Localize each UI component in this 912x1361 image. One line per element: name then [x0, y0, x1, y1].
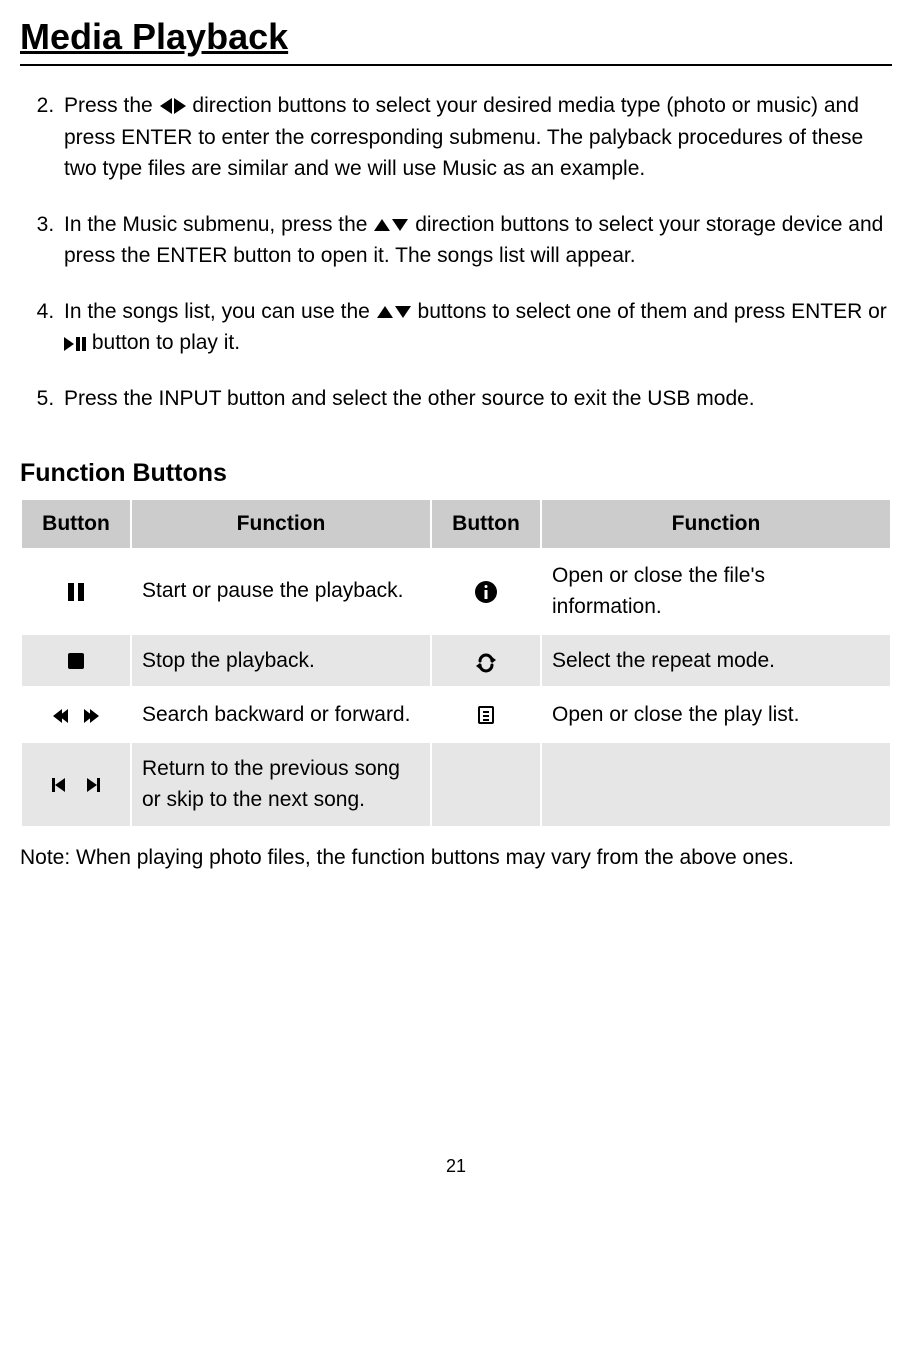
page-title: Media Playback [20, 10, 892, 66]
step-4: In the songs list, you can use the butto… [60, 296, 892, 360]
step-3: In the Music submenu, press the directio… [60, 209, 892, 272]
function-cell: Stop the playback. [131, 634, 431, 688]
arrow-up-icon [377, 306, 393, 318]
note-text: Note: When playing photo files, the func… [20, 842, 892, 874]
header-button-1: Button [21, 499, 131, 549]
info-icon [475, 581, 497, 603]
empty-cell [431, 742, 541, 827]
arrow-down-icon [392, 219, 408, 231]
header-function-1: Function [131, 499, 431, 549]
function-buttons-heading: Function Buttons [20, 455, 892, 493]
header-function-2: Function [541, 499, 891, 549]
stop-icon [68, 653, 84, 669]
skip-prev-next-icon [52, 768, 100, 800]
function-buttons-table: Button Function Button Function Start or… [20, 498, 892, 828]
function-cell: Select the repeat mode. [541, 634, 891, 688]
arrow-left-icon [160, 98, 172, 114]
arrow-up-icon [374, 219, 390, 231]
page-number: 21 [20, 1153, 892, 1180]
table-row: Stop the playback. Select the repeat mod… [21, 634, 891, 688]
function-cell: Open or close the file's information. [541, 549, 891, 634]
arrow-right-icon [174, 98, 186, 114]
arrow-down-icon [395, 306, 411, 318]
step-4-text-a: In the songs list, you can use the [64, 300, 376, 323]
header-button-2: Button [431, 499, 541, 549]
step-2: Press the direction buttons to select yo… [60, 90, 892, 185]
table-row: Return to the previous song or skip to t… [21, 742, 891, 827]
function-cell: Start or pause the playback. [131, 549, 431, 634]
repeat-icon [476, 651, 496, 671]
step-4-text-c: button to play it. [92, 331, 240, 354]
step-5-text: Press the INPUT button and select the ot… [64, 387, 755, 410]
function-cell: Search backward or forward. [131, 687, 431, 742]
seek-backward-forward-icon [53, 699, 99, 731]
table-row: Start or pause the playback. Open or clo… [21, 549, 891, 634]
playlist-icon [478, 706, 494, 724]
function-cell: Return to the previous song or skip to t… [131, 742, 431, 827]
play-pause-icon [64, 328, 86, 360]
step-2-text-a: Press the [64, 94, 153, 117]
table-row: Search backward or forward. Open or clos… [21, 687, 891, 742]
step-3-text-a: In the Music submenu, press the [64, 213, 368, 236]
function-cell: Open or close the play list. [541, 687, 891, 742]
empty-cell [541, 742, 891, 827]
step-5: Press the INPUT button and select the ot… [60, 383, 892, 415]
pause-icon [66, 576, 86, 608]
steps-list: Press the direction buttons to select yo… [20, 90, 892, 415]
step-4-text-b: buttons to select one of them and press … [418, 300, 887, 323]
